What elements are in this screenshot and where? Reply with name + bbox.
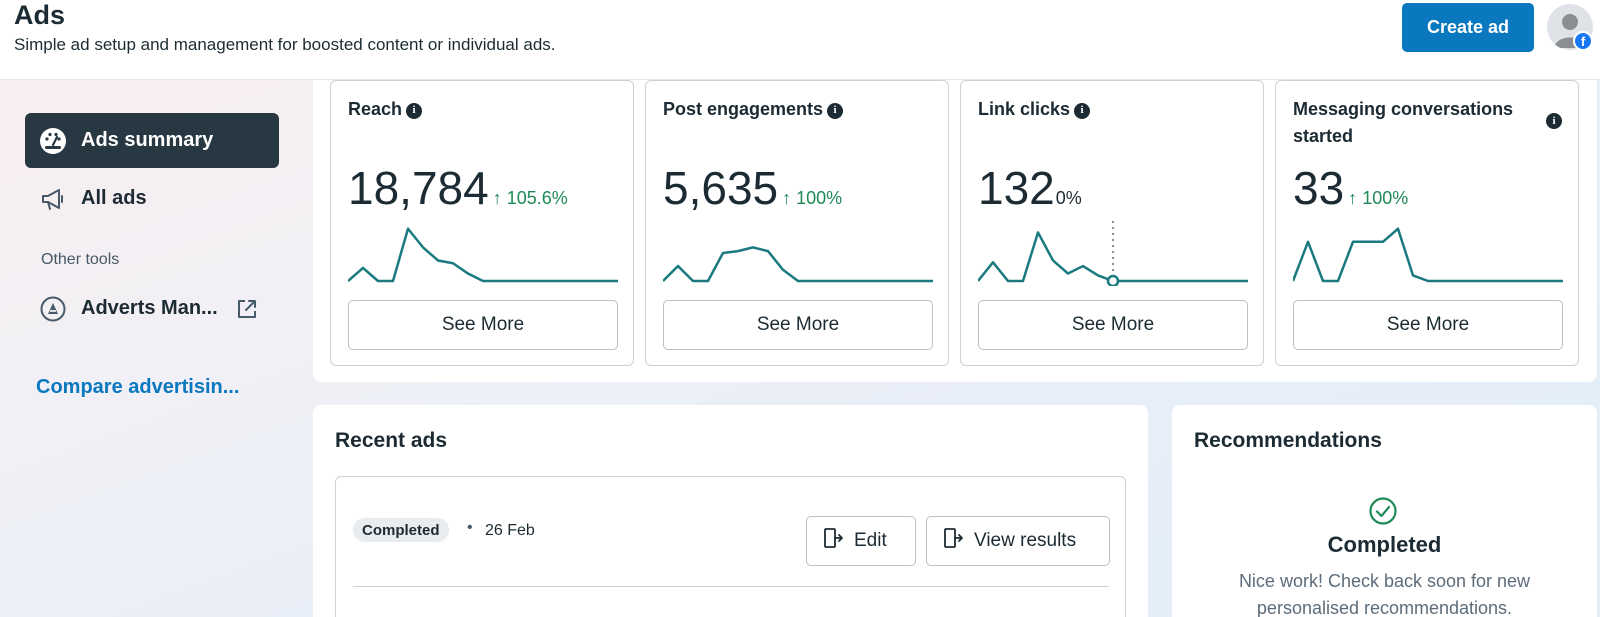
recommendations-status: Completed [1327,532,1442,557]
metric-value: 33 ↑ 100% [1293,162,1409,214]
metric-card-messaging-conversations: Messaging conversations started i 33 ↑ 10… [1275,80,1579,366]
recommendations-panel: Recommendations Completed Nice work! Che… [1172,405,1597,617]
metric-title: Reach i [348,96,423,123]
sidebar-section-label: Other tools [41,251,120,268]
facebook-icon: f [1573,31,1593,51]
sparkline-chart [348,227,618,283]
recommendations-title: Recommendations [1194,429,1382,452]
metric-title: Messaging conversations started [1293,99,1514,146]
recent-ads-panel: Recent ads Completed • 26 Feb Edit View … [313,405,1148,617]
status-badge: Completed [353,518,449,542]
view-results-icon [942,527,964,555]
megaphone-icon [39,185,67,213]
sparkline-series [348,227,618,283]
sidebar-item-adverts-manager[interactable]: Adverts Man... [25,281,279,336]
dashboard-gauge-icon [39,127,67,155]
info-icon[interactable]: i [1074,102,1091,119]
ad-card[interactable]: Completed • 26 Feb Edit View results [335,476,1126,617]
compare-advertising-link[interactable]: Compare advertisin... [36,376,239,399]
hover-point-marker[interactable] [1106,274,1120,286]
sidebar-item-all-ads[interactable]: All ads [25,171,279,226]
divider [353,586,1109,587]
sparkline-series [1293,227,1563,283]
see-more-button[interactable]: See More [978,300,1248,350]
see-more-button[interactable]: See More [663,300,933,350]
edit-icon [822,527,844,555]
see-more-button[interactable]: See More [348,300,618,350]
metric-value: 1320% [978,162,1082,214]
sidebar-item-ads-summary[interactable]: Ads summary [25,113,279,168]
metric-change: 0% [1055,188,1082,208]
sidebar-item-label: All ads [81,187,147,209]
info-icon[interactable]: i [1546,113,1562,129]
metric-value: 5,635 ↑ 100% [663,162,843,214]
metric-change: ↑ 100% [1348,188,1409,208]
sidebar-item-label: Ads summary [81,129,214,151]
sidebar-item-label: Adverts Man... [81,297,218,319]
page-header: Ads Simple ad setup and management for b… [0,0,1600,80]
external-link-icon[interactable] [236,298,258,320]
ad-date: 26 Feb [485,522,535,539]
page-title: Ads [14,0,66,30]
see-more-button[interactable]: See More [1293,300,1563,350]
create-ad-button[interactable]: Create ad [1402,3,1534,52]
arrow-up-icon: ↑ [492,188,507,208]
sparkline-series [663,246,933,283]
arrow-up-icon: ↑ [1348,188,1363,208]
sparkline-chart [978,221,1248,286]
page-subtitle: Simple ad setup and management for boost… [14,35,556,54]
ads-manager-icon [39,295,67,323]
metric-title: Post engagements i [663,96,844,123]
sparkline-chart [1293,227,1563,283]
recent-ads-title: Recent ads [335,429,448,452]
view-results-button[interactable]: View results [926,516,1110,566]
metric-change: ↑ 105.6% [492,188,568,208]
metric-title: Link clicks i [978,96,1091,123]
dot-separator: • [467,519,473,536]
metric-card-post-engagements: Post engagements i 5,635 ↑ 100% See More [645,80,949,366]
edit-button[interactable]: Edit [806,516,916,566]
metric-card-link-clicks: Link clicks i 1320% See More [960,80,1264,366]
check-circle-icon [1369,497,1397,525]
metric-card-reach: Reach i 18,784 ↑ 105.6% See More [330,80,634,366]
info-icon[interactable]: i [406,102,423,119]
metric-change: ↑ 100% [782,188,843,208]
metric-value: 18,784 ↑ 105.6% [348,162,568,214]
recommendations-message: Nice work! Check back soon for new perso… [1238,571,1531,617]
info-icon[interactable]: i [827,102,844,119]
sparkline-chart [663,246,933,283]
arrow-up-icon: ↑ [782,188,797,208]
